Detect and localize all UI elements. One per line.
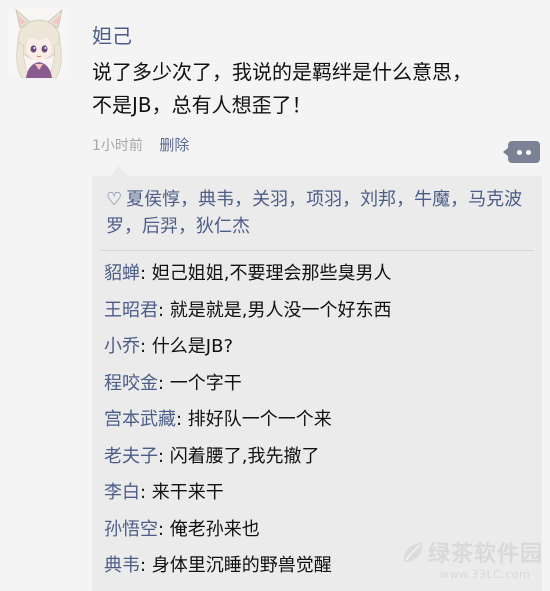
post-timestamp: 1小时前 bbox=[92, 138, 143, 154]
comment-text: 一个字干 bbox=[169, 372, 242, 394]
comment-separator: : bbox=[140, 263, 152, 284]
comment-text: 俺老孙来也 bbox=[169, 518, 260, 540]
heart-outline-icon: ♡ bbox=[106, 189, 123, 210]
delete-link[interactable]: 删除 bbox=[159, 136, 189, 154]
comment-author[interactable]: 貂蝉 bbox=[104, 263, 140, 284]
comment-separator: : bbox=[158, 372, 170, 394]
comment-text: 排好队一个一个来 bbox=[187, 409, 332, 430]
watermark-url: www.33LC.com bbox=[440, 568, 531, 581]
comment-item[interactable]: 貂蝉: 妲己姐姐,不要理会那些臭男人 bbox=[104, 256, 534, 293]
comment-text: 妲己姐姐,不要理会那些臭男人 bbox=[151, 263, 392, 284]
leaf-logo-icon bbox=[403, 542, 423, 562]
comment-separator: : bbox=[140, 482, 152, 503]
anime-girl-avatar-icon bbox=[8, 8, 70, 78]
comment-author[interactable]: 宫本武藏 bbox=[104, 409, 176, 430]
comment-author[interactable]: 典韦 bbox=[104, 555, 140, 576]
comment-item[interactable]: 程咬金: 一个字干 bbox=[104, 366, 534, 403]
comment-more-button[interactable] bbox=[503, 141, 540, 163]
comment-text: 身体里沉睡的野兽觉醒 bbox=[151, 555, 332, 576]
comment-item[interactable]: 宫本武藏: 排好队一个一个来 bbox=[104, 402, 534, 439]
likes-list: ♡ 夏侯惇，典韦，关羽，项羽，刘邦，牛魔，马克波罗，后羿，狄仁杰 bbox=[106, 186, 526, 240]
comment-item[interactable]: 老夫子: 闪着腰了,我先撤了 bbox=[104, 439, 534, 476]
dot-icon bbox=[526, 150, 531, 155]
comment-author[interactable]: 小乔 bbox=[104, 336, 140, 357]
comment-author[interactable]: 老夫子 bbox=[104, 446, 158, 467]
comment-text: 就是就是,男人没一个好东西 bbox=[169, 299, 392, 321]
dot-icon bbox=[517, 150, 522, 155]
comment-separator: : bbox=[158, 445, 170, 467]
comment-separator: : bbox=[176, 409, 188, 430]
watermark-brand: 绿茶软件园 bbox=[428, 542, 544, 567]
comment-separator: : bbox=[158, 299, 170, 321]
avatar[interactable] bbox=[8, 8, 70, 78]
post-text-line: 说了多少次了，我说的是羁绊是什么意思， bbox=[92, 60, 472, 84]
comment-author[interactable]: 王昭君 bbox=[104, 300, 158, 321]
comment-author[interactable]: 孙悟空 bbox=[104, 519, 158, 540]
comment-text: 什么是JB? bbox=[151, 336, 234, 357]
comment-separator: : bbox=[140, 555, 152, 576]
comment-author[interactable]: 程咬金 bbox=[104, 373, 158, 394]
comment-item[interactable]: 小乔: 什么是JB? bbox=[104, 329, 534, 366]
comment-item[interactable]: 王昭君: 就是就是,男人没一个好东西 bbox=[104, 293, 534, 330]
post-meta: 1小时前 删除 bbox=[92, 134, 189, 155]
post-author-name[interactable]: 妲己 bbox=[92, 20, 132, 49]
comment-item[interactable]: 李白: 来干来干 bbox=[104, 475, 534, 512]
comment-text: 来干来干 bbox=[151, 482, 224, 503]
comment-area: ♡ 夏侯惇，典韦，关羽，项羽，刘邦，牛魔，马克波罗，后羿，狄仁杰 貂蝉: 妲己姐姐… bbox=[92, 166, 542, 591]
comment-text: 闪着腰了,我先撤了 bbox=[169, 445, 320, 467]
likes-names[interactable]: 夏侯惇，典韦，关羽，项羽，刘邦，牛魔，马克波罗，后羿，狄仁杰 bbox=[106, 189, 522, 237]
divider bbox=[100, 250, 534, 251]
post-text-line: 不是JB，总有人想歪了！ bbox=[92, 93, 312, 117]
post-text: 说了多少次了，我说的是羁绊是什么意思， 不是JB，总有人想歪了！ bbox=[92, 56, 532, 122]
comment-separator: : bbox=[158, 518, 170, 540]
watermark: 绿茶软件园 www.33LC.com bbox=[400, 532, 550, 591]
comment-author[interactable]: 李白 bbox=[104, 482, 140, 503]
comment-separator: : bbox=[140, 336, 152, 357]
